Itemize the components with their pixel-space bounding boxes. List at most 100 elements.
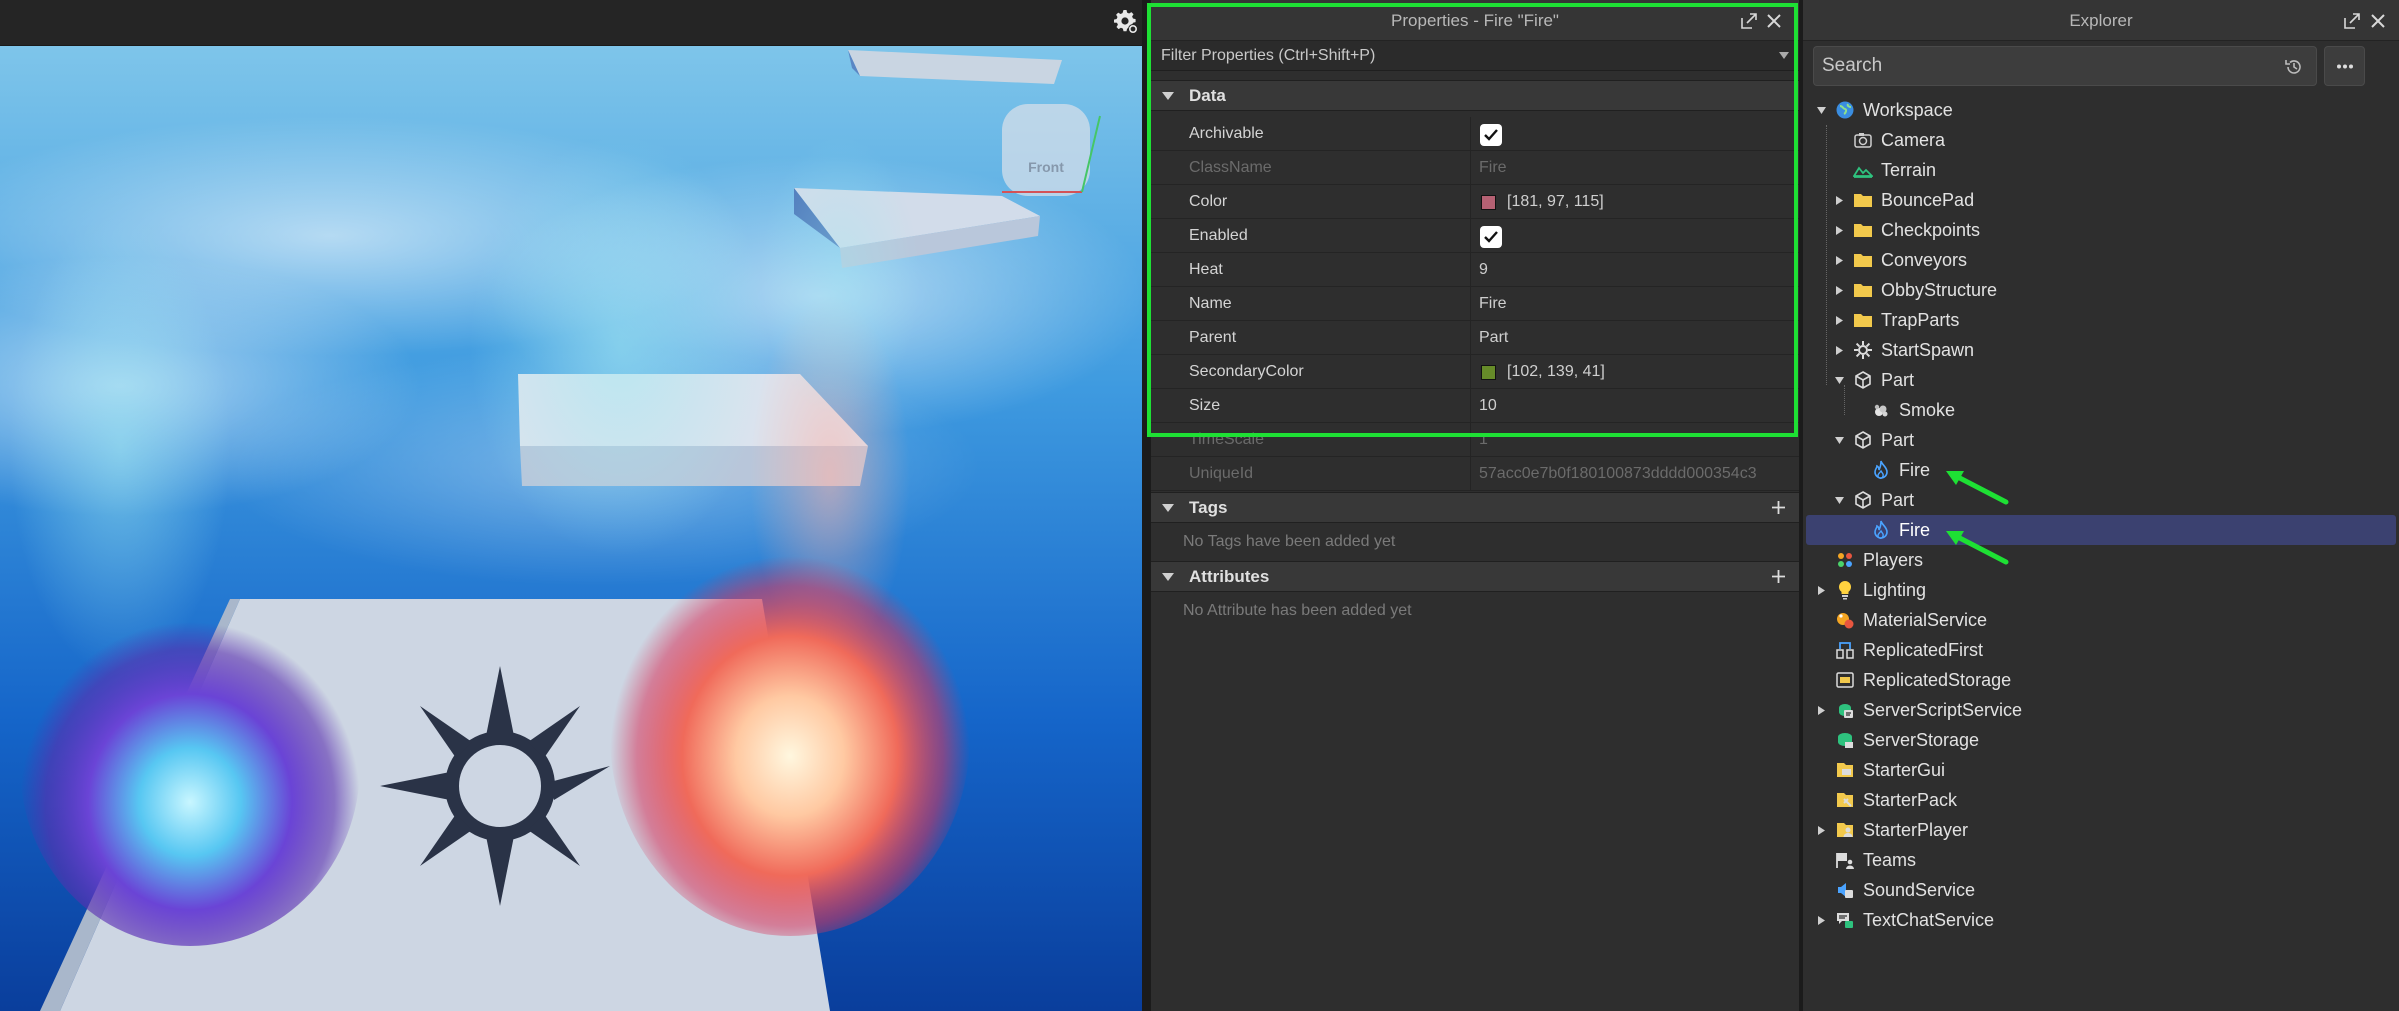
tree-item-starterplayer[interactable]: StarterPlayer	[1803, 815, 2395, 845]
prop-row-secondarycolor[interactable]: SecondaryColor [102, 139, 41]	[1151, 355, 1799, 389]
tree-item-lighting[interactable]: Lighting	[1803, 575, 2395, 605]
prop-value[interactable]: 9	[1479, 253, 1488, 286]
prop-value[interactable]: 1	[1479, 423, 1488, 456]
close-icon[interactable]	[2369, 12, 2387, 30]
color-swatch[interactable]	[1481, 365, 1496, 380]
fire-icon	[1874, 460, 1888, 479]
studio-window: Front Properties - Fire "Fire" Filter Pr…	[0, 0, 2399, 1011]
tree-item-trapparts[interactable]: TrapParts	[1803, 305, 2395, 335]
more-options-button[interactable]	[2324, 46, 2365, 86]
tree-item-label: Checkpoints	[1881, 220, 1981, 240]
tree-item-label: Lighting	[1863, 580, 1927, 600]
tree-item-checkpoints[interactable]: Checkpoints	[1803, 215, 2395, 245]
tree-item-players[interactable]: Players	[1803, 545, 2395, 575]
tree-item-textchatservice[interactable]: TextChatService	[1803, 905, 2395, 935]
explorer-search-box[interactable]	[1813, 46, 2317, 86]
tree-item-serverstorage[interactable]: ServerStorage	[1803, 725, 2395, 755]
filter-properties-bar[interactable]: Filter Properties (Ctrl+Shift+P)	[1151, 41, 1799, 71]
tree-item-fire-selected[interactable]: Fire	[1806, 515, 2396, 545]
chevron-right-icon[interactable]	[1817, 586, 1826, 595]
add-attribute-button[interactable]	[1770, 568, 1787, 585]
tree-item-label: StarterPlayer	[1863, 820, 1969, 840]
gear-icon[interactable]	[1113, 9, 1139, 35]
tree-item-part[interactable]: Part	[1803, 365, 2395, 395]
chevron-down-icon[interactable]	[1162, 573, 1174, 582]
prop-value[interactable]: 10	[1479, 389, 1497, 422]
tree-item-serverscriptservice[interactable]: ServerScriptService	[1803, 695, 2395, 725]
tree-item-part[interactable]: Part	[1803, 425, 2395, 455]
prop-row-size[interactable]: Size 10	[1151, 389, 1799, 423]
tree-item-label: Teams	[1863, 850, 1917, 870]
server-storage-icon	[1838, 733, 1853, 748]
prop-row-timescale[interactable]: TimeScale 1	[1151, 423, 1799, 457]
prop-name: Heat	[1189, 261, 1223, 278]
prop-value[interactable]: [181, 97, 115]	[1507, 185, 1604, 218]
prop-value[interactable]: [102, 139, 41]	[1507, 355, 1605, 388]
chevron-down-icon[interactable]	[1779, 52, 1789, 60]
section-tags[interactable]: Tags	[1151, 492, 1799, 523]
prop-row-heat[interactable]: Heat 9	[1151, 253, 1799, 287]
tree-item-replicatedstorage[interactable]: ReplicatedStorage	[1803, 665, 2395, 695]
prop-row-enabled[interactable]: Enabled	[1151, 219, 1799, 253]
3d-scene[interactable]: Front	[0, 46, 1142, 1011]
filter-properties-input[interactable]: Filter Properties (Ctrl+Shift+P)	[1161, 41, 1375, 71]
tree-item-materialservice[interactable]: MaterialService	[1803, 605, 2395, 635]
prop-value[interactable]: Fire	[1479, 287, 1507, 320]
terrain-icon	[1853, 166, 1873, 178]
add-tag-button[interactable]	[1770, 499, 1787, 516]
chevron-down-icon[interactable]	[1162, 504, 1174, 513]
chevron-right-icon[interactable]	[1835, 316, 1844, 325]
tree-item-soundservice[interactable]: SoundService	[1803, 875, 2395, 905]
chevron-right-icon[interactable]	[1835, 256, 1844, 265]
undock-icon[interactable]	[2343, 12, 2361, 30]
chevron-right-icon[interactable]	[1817, 706, 1826, 715]
section-attributes[interactable]: Attributes	[1151, 561, 1799, 592]
undock-icon[interactable]	[1740, 12, 1758, 30]
search-input[interactable]	[1822, 47, 2262, 85]
tree-item-startergui[interactable]: StarterGui	[1803, 755, 2395, 785]
chevron-right-icon[interactable]	[1835, 286, 1844, 295]
prop-row-name[interactable]: Name Fire	[1151, 287, 1799, 321]
enabled-checkbox[interactable]	[1480, 226, 1502, 248]
tree-item-conveyors[interactable]: Conveyors	[1803, 245, 2395, 275]
tree-item-smoke[interactable]: Smoke	[1803, 395, 2395, 425]
folder-icon	[1854, 194, 1872, 207]
chevron-down-icon[interactable]	[1817, 106, 1826, 115]
chevron-down-icon[interactable]	[1835, 376, 1844, 385]
properties-title: Properties - Fire "Fire"	[1391, 11, 1559, 30]
archivable-checkbox[interactable]	[1480, 124, 1502, 146]
tree-item-terrain[interactable]: Terrain	[1803, 155, 2395, 185]
tree-item-fire[interactable]: Fire	[1803, 455, 2395, 485]
prop-name: UniqueId	[1189, 465, 1254, 482]
tree-item-replicatedfirst[interactable]: ReplicatedFirst	[1803, 635, 2395, 665]
close-icon[interactable]	[1765, 12, 1783, 30]
prop-value[interactable]: Part	[1479, 321, 1508, 354]
section-data[interactable]: Data	[1151, 80, 1799, 111]
history-icon[interactable]	[2284, 57, 2304, 77]
chevron-right-icon[interactable]	[1817, 826, 1826, 835]
chevron-right-icon[interactable]	[1835, 196, 1844, 205]
prop-row-parent[interactable]: Parent Part	[1151, 321, 1799, 355]
color-swatch[interactable]	[1481, 195, 1496, 210]
prop-row-color[interactable]: Color [181, 97, 115]	[1151, 185, 1799, 219]
chevron-down-icon[interactable]	[1835, 496, 1844, 505]
chevron-right-icon[interactable]	[1835, 346, 1844, 355]
tree-item-camera[interactable]: Camera	[1803, 125, 2395, 155]
chevron-down-icon[interactable]	[1162, 92, 1174, 101]
chevron-right-icon[interactable]	[1817, 916, 1826, 925]
panel-splitter[interactable]	[1142, 0, 1151, 1011]
sound-service-icon	[1838, 883, 1853, 898]
properties-panel: Properties - Fire "Fire" Filter Properti…	[1151, 0, 1799, 1011]
prop-row-archivable[interactable]: Archivable	[1151, 117, 1799, 151]
tree-item-startspawn[interactable]: StartSpawn	[1803, 335, 2395, 365]
tree-item-bouncepad[interactable]: BouncePad	[1803, 185, 2395, 215]
folder-icon	[1854, 224, 1872, 237]
tree-item-teams[interactable]: Teams	[1803, 845, 2395, 875]
tree-item-part[interactable]: Part	[1803, 485, 2395, 515]
chevron-down-icon[interactable]	[1835, 436, 1844, 445]
chevron-right-icon[interactable]	[1835, 226, 1844, 235]
tree-item-obbystructure[interactable]: ObbyStructure	[1803, 275, 2395, 305]
tree-item-workspace[interactable]: Workspace	[1803, 95, 2395, 125]
tree-item-starterpack[interactable]: StarterPack	[1803, 785, 2395, 815]
3d-viewport[interactable]: Front	[0, 0, 1142, 1011]
